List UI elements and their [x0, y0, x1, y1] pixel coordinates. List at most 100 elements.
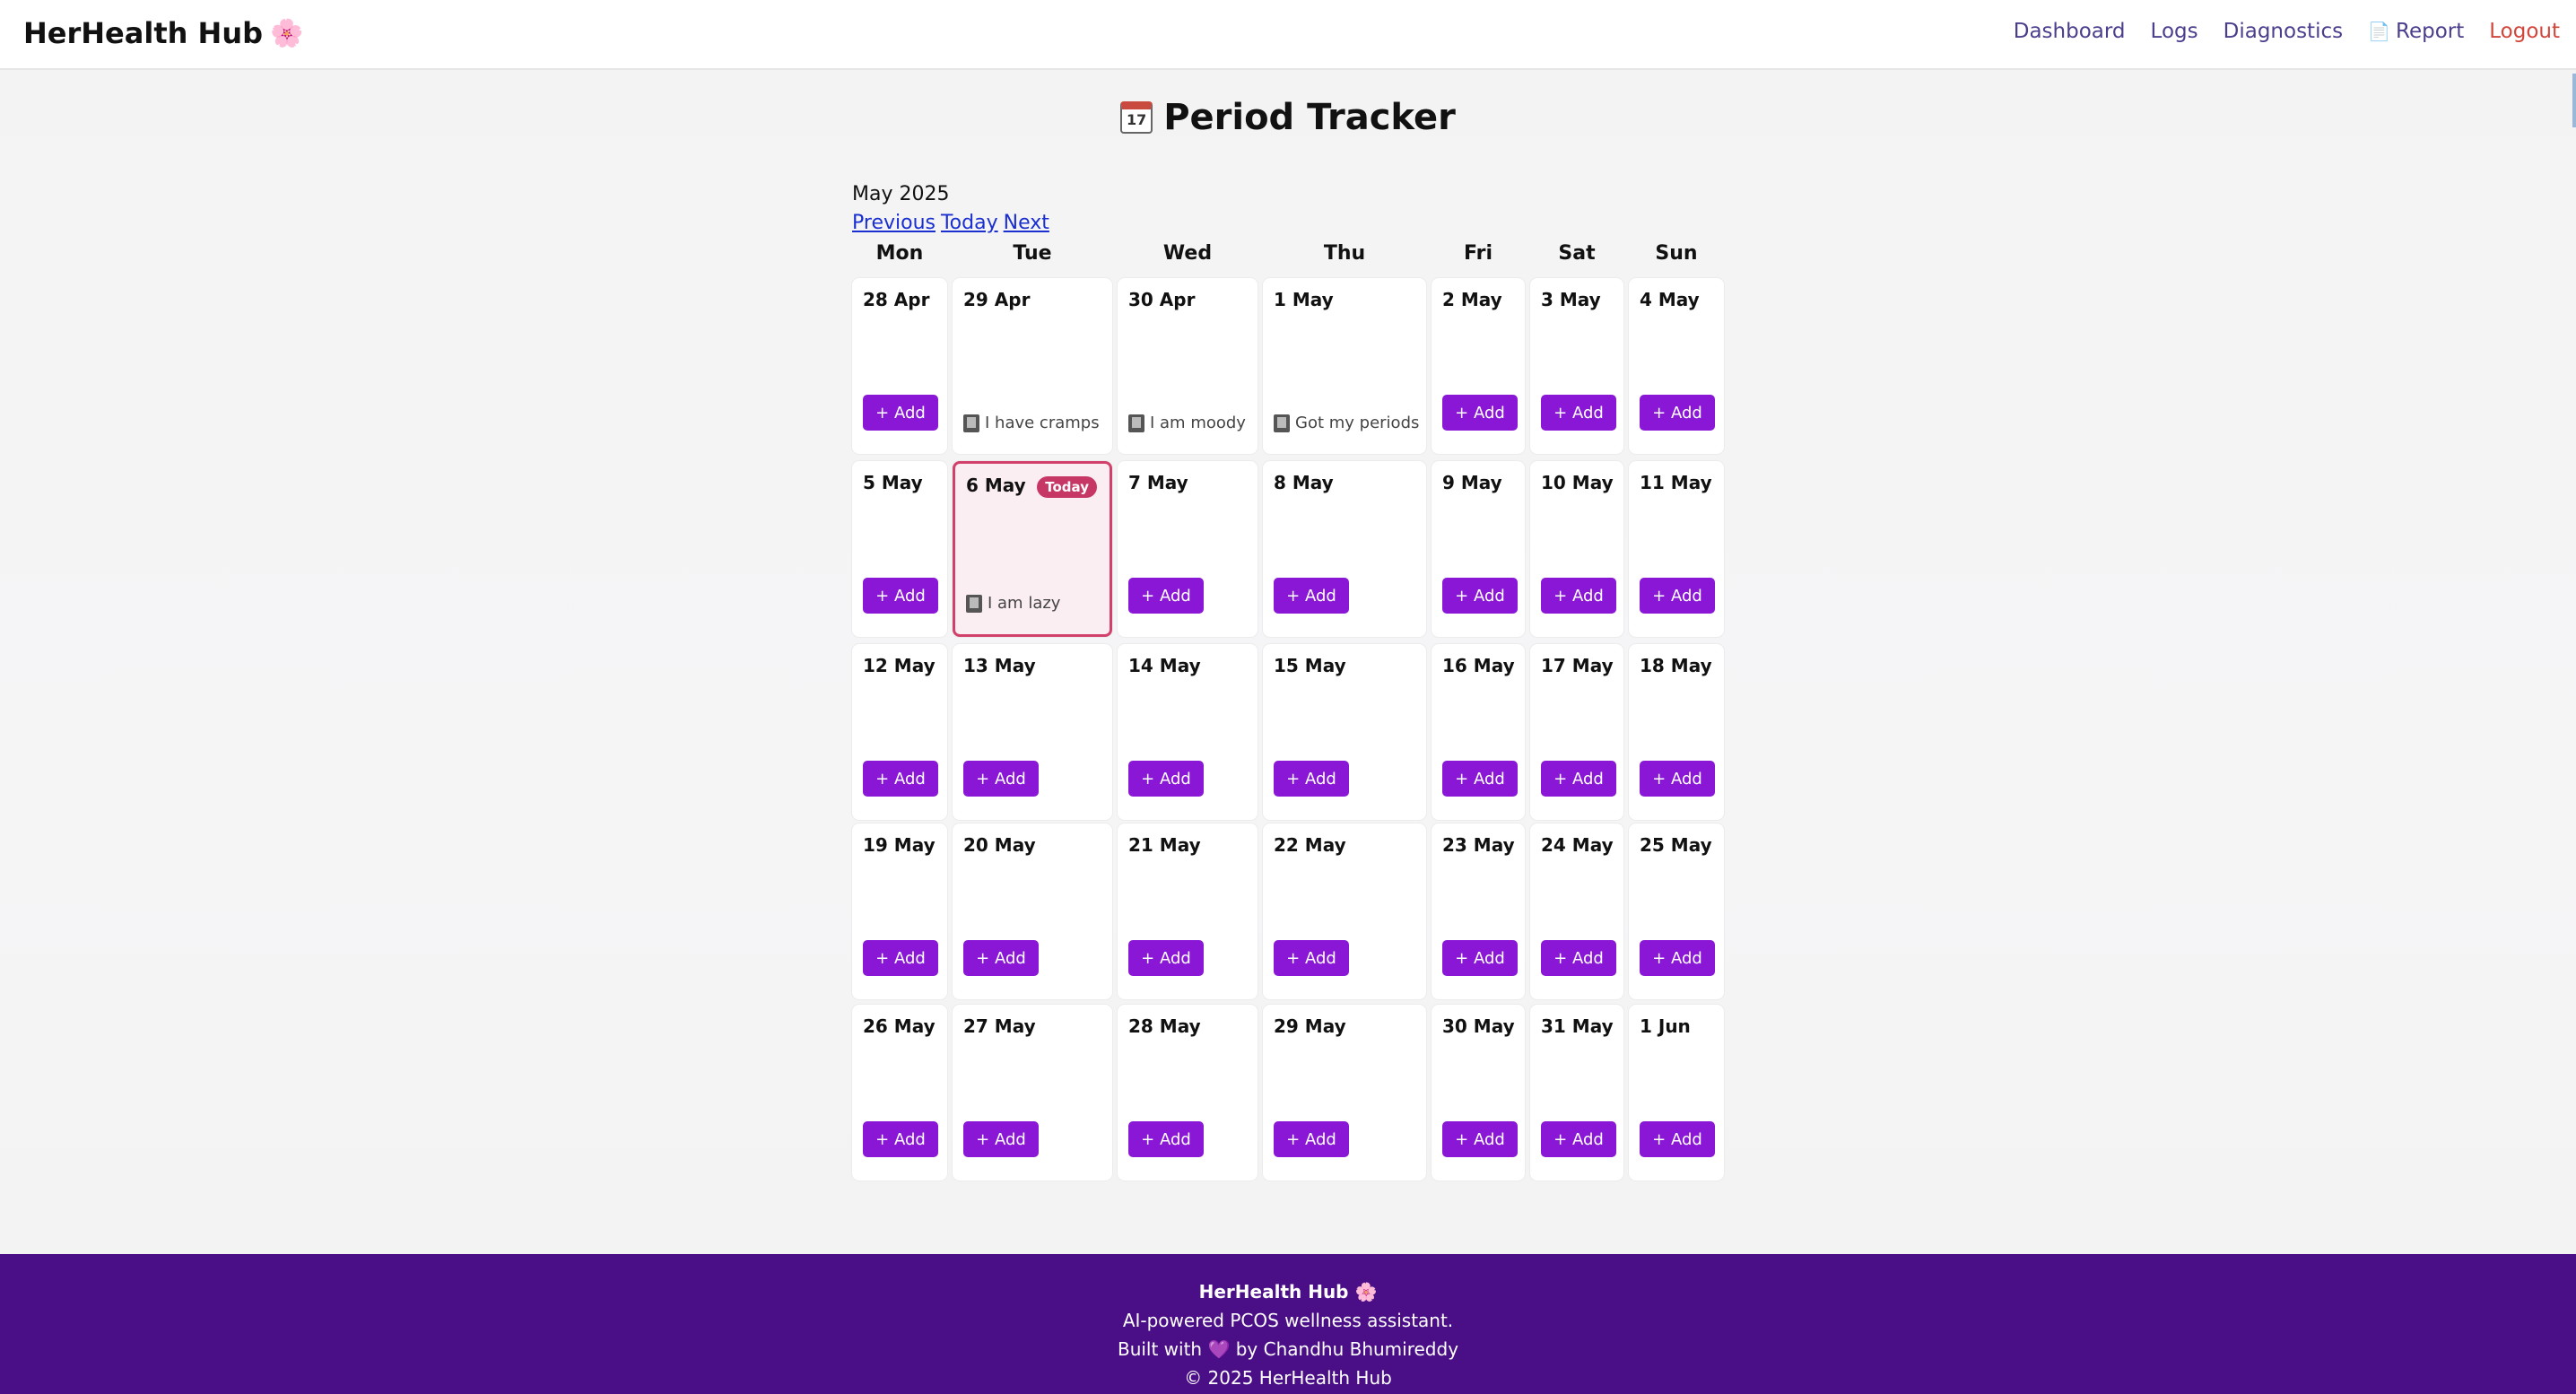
day-cell[interactable]: 22 May + Add — [1263, 823, 1426, 999]
day-cell[interactable]: 28 Apr + Add — [852, 278, 947, 454]
today-badge: Today — [1037, 476, 1097, 498]
add-log-button[interactable]: + Add — [1442, 940, 1518, 976]
day-cell[interactable]: 23 May + Add — [1432, 823, 1525, 999]
day-date: 25 May — [1640, 834, 1712, 856]
day-cell[interactable]: 7 May + Add — [1118, 461, 1258, 637]
add-log-button[interactable]: + Add — [1128, 578, 1204, 614]
day-cell[interactable]: 17 May + Add — [1530, 644, 1623, 820]
add-log-button[interactable]: + Add — [863, 395, 938, 431]
day-cell[interactable]: 2 May + Add — [1432, 278, 1525, 454]
add-log-button[interactable]: + Add — [1541, 940, 1616, 976]
day-cell[interactable]: 28 May + Add — [1118, 1005, 1258, 1181]
day-cell[interactable]: 13 May + Add — [953, 644, 1112, 820]
footer-brand-name: HerHealth Hub — [1198, 1281, 1349, 1303]
nav-report[interactable]: 📄 Report — [2368, 20, 2464, 43]
add-log-button[interactable]: + Add — [1128, 761, 1204, 797]
day-date: 2 May — [1442, 289, 1502, 310]
day-cell[interactable]: 11 May + Add — [1629, 461, 1724, 637]
day-cell[interactable]: 31 May + Add — [1530, 1005, 1623, 1181]
footer-built-prefix: Built with — [1117, 1338, 1203, 1360]
day-cell[interactable]: 5 May + Add — [852, 461, 947, 637]
day-date: 8 May — [1274, 472, 1334, 493]
add-log-button[interactable]: + Add — [1541, 395, 1616, 431]
add-log-button[interactable]: + Add — [863, 578, 938, 614]
today-link[interactable]: Today — [941, 212, 998, 240]
day-date: 19 May — [863, 834, 936, 856]
log-entry[interactable]: I am lazy — [966, 594, 1060, 613]
log-entry-text: Got my periods — [1295, 414, 1420, 432]
add-log-button[interactable]: + Add — [1442, 578, 1518, 614]
day-cell[interactable]: 25 May + Add — [1629, 823, 1724, 999]
day-cell[interactable]: 15 May + Add — [1263, 644, 1426, 820]
add-log-button[interactable]: + Add — [1274, 940, 1349, 976]
day-cell[interactable]: 26 May + Add — [852, 1005, 947, 1181]
day-cell[interactable]: 29 Apr I have cramps — [953, 278, 1112, 454]
add-log-button[interactable]: + Add — [1274, 761, 1349, 797]
document-icon: 📄 — [2368, 21, 2390, 42]
day-cell[interactable]: 14 May + Add — [1118, 644, 1258, 820]
day-cell[interactable]: 12 May + Add — [852, 644, 947, 820]
day-cell[interactable]: 30 May + Add — [1432, 1005, 1525, 1181]
day-cell[interactable]: 24 May + Add — [1530, 823, 1623, 999]
add-log-button[interactable]: + Add — [963, 1121, 1039, 1157]
day-cell[interactable]: 21 May + Add — [1118, 823, 1258, 999]
previous-link[interactable]: Previous — [852, 212, 936, 240]
day-cell[interactable]: 18 May + Add — [1629, 644, 1724, 820]
day-cell[interactable]: 16 May + Add — [1432, 644, 1525, 820]
log-entry-text: I have cramps — [985, 414, 1100, 432]
day-cell[interactable]: 1 May Got my periods — [1263, 278, 1426, 454]
day-date: 28 May — [1128, 1015, 1201, 1037]
notebook-icon — [963, 414, 979, 432]
add-log-button[interactable]: + Add — [1128, 940, 1204, 976]
add-log-button[interactable]: + Add — [1274, 1121, 1349, 1157]
add-log-button[interactable]: + Add — [1274, 578, 1349, 614]
add-log-button[interactable]: + Add — [1541, 578, 1616, 614]
add-log-button[interactable]: + Add — [1442, 761, 1518, 797]
add-log-button[interactable]: + Add — [863, 761, 938, 797]
nav-logout[interactable]: Logout — [2489, 20, 2560, 43]
nav-logs[interactable]: Logs — [2151, 20, 2198, 43]
notebook-icon — [966, 594, 982, 613]
day-cell[interactable]: 3 May + Add — [1530, 278, 1623, 454]
day-date: 26 May — [863, 1015, 936, 1037]
add-log-button[interactable]: + Add — [1541, 1121, 1616, 1157]
nav-diagnostics[interactable]: Diagnostics — [2224, 20, 2343, 43]
day-date: 31 May — [1541, 1015, 1614, 1037]
day-cell[interactable]: 4 May + Add — [1629, 278, 1724, 454]
day-cell[interactable]: 1 Jun + Add — [1629, 1005, 1724, 1181]
day-cell[interactable]: 6 May Today I am lazy — [953, 461, 1112, 637]
day-cell[interactable]: 20 May + Add — [953, 823, 1112, 999]
calendar-icon: 17 — [1120, 101, 1153, 134]
day-cell[interactable]: 30 Apr I am moody — [1118, 278, 1258, 454]
flower-icon: 🌸 — [1354, 1281, 1378, 1303]
add-log-button[interactable]: + Add — [1640, 761, 1715, 797]
add-log-button[interactable]: + Add — [1640, 578, 1715, 614]
next-link[interactable]: Next — [1004, 212, 1049, 240]
footer: HerHealth Hub 🌸 AI-powered PCOS wellness… — [0, 1254, 2576, 1394]
add-log-button[interactable]: + Add — [863, 1121, 938, 1157]
add-log-button[interactable]: + Add — [1128, 1121, 1204, 1157]
brand-logo[interactable]: HerHealth Hub 🌸 — [23, 16, 303, 50]
day-cell[interactable]: 29 May + Add — [1263, 1005, 1426, 1181]
day-cell[interactable]: 9 May + Add — [1432, 461, 1525, 637]
add-log-button[interactable]: + Add — [1541, 761, 1616, 797]
day-date: 29 May — [1274, 1015, 1346, 1037]
add-log-button[interactable]: + Add — [1442, 1121, 1518, 1157]
day-cell[interactable]: 19 May + Add — [852, 823, 947, 999]
log-entry[interactable]: I am moody — [1128, 414, 1246, 432]
add-log-button[interactable]: + Add — [1640, 940, 1715, 976]
day-date: 9 May — [1442, 472, 1502, 493]
nav-dashboard[interactable]: Dashboard — [2014, 20, 2126, 43]
main-nav: Dashboard Logs Diagnostics 📄 Report Logo… — [2014, 20, 2560, 43]
day-cell[interactable]: 27 May + Add — [953, 1005, 1112, 1181]
add-log-button[interactable]: + Add — [863, 940, 938, 976]
day-cell[interactable]: 8 May + Add — [1263, 461, 1426, 637]
add-log-button[interactable]: + Add — [963, 761, 1039, 797]
add-log-button[interactable]: + Add — [1442, 395, 1518, 431]
log-entry[interactable]: I have cramps — [963, 414, 1100, 432]
add-log-button[interactable]: + Add — [1640, 395, 1715, 431]
day-cell[interactable]: 10 May + Add — [1530, 461, 1623, 637]
add-log-button[interactable]: + Add — [963, 940, 1039, 976]
add-log-button[interactable]: + Add — [1640, 1121, 1715, 1157]
log-entry[interactable]: Got my periods — [1274, 414, 1419, 432]
